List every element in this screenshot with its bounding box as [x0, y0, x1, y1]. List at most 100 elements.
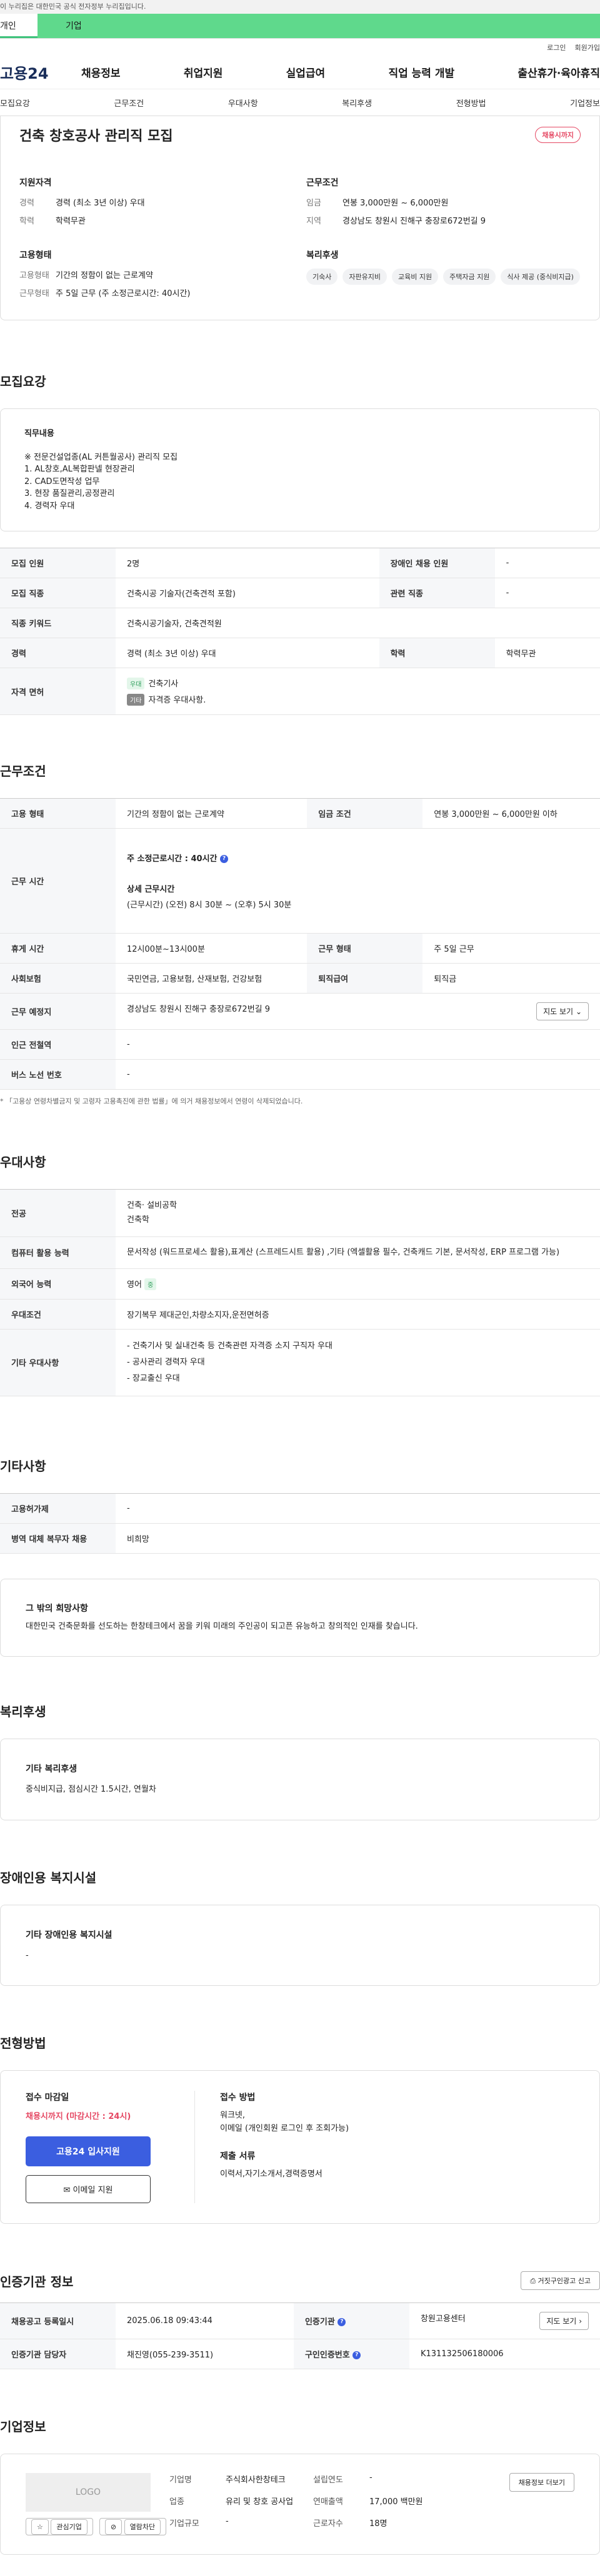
map-button-label: 지도 보기: [543, 1007, 574, 1016]
info-key: 근로자수: [313, 2519, 343, 2529]
report-fake-ad-button[interactable]: ⎙ 거짓구인광고 신고: [521, 2271, 600, 2291]
anchor-pref[interactable]: 우대사항: [228, 97, 258, 109]
cell-value: 2명: [116, 548, 379, 578]
kv-value: 연봉 3,000만원 ~ 6,000만원: [342, 199, 449, 208]
apply-button[interactable]: 고용24 입사지원: [26, 2136, 151, 2167]
cell-value: -: [116, 1059, 600, 1090]
deadline-badge: 채용시까지: [535, 127, 581, 143]
other-section-title: 기타사항: [0, 1458, 46, 1474]
cell-value: -: [116, 1493, 600, 1524]
recruit-table: 모집 인원 2명 장애인 채용 인원 - 모집 직종 건축시공 기술자(건축견적…: [0, 548, 600, 715]
info-icon[interactable]: ?: [352, 2351, 361, 2360]
favorite-label: 관심기업: [51, 2519, 88, 2535]
etc-pref-line: - 공사관리 경력자 우대: [127, 1357, 205, 1367]
disabled-fac-title: 기타 장애인용 복지시설: [26, 1930, 112, 1940]
job-summary-card: 건축 창호공사 관리직 모집 채용시까지 지원자격 경력 경력 (최소 3년 이상…: [0, 116, 600, 320]
email-apply-label: 이메일 지원: [72, 2186, 113, 2196]
map-button[interactable]: 지도 보기 ⌄: [536, 1002, 589, 1020]
wish-text: 대한민국 건축문화를 선도하는 한창테크에서 꿈을 키워 미래의 주인공이 되고…: [26, 1622, 418, 1632]
gnb-item-job-training[interactable]: 직업 능력 개발: [388, 64, 454, 80]
cell-header: 컴퓨터 활용 능력: [0, 1236, 116, 1269]
kv-value: 학력무관: [56, 217, 86, 226]
cell-header: 기타 우대사항: [0, 1329, 116, 1396]
cell-value: K131132506180006: [409, 2339, 600, 2370]
tab-personal[interactable]: 개인: [0, 14, 38, 38]
etc-pref-cell: - 건축기사 및 실내건축 등 건축관련 자격증 소지 구직자 우대 - 공사관…: [116, 1329, 600, 1396]
pref-section-title: 우대사항: [0, 1155, 46, 1170]
cell-header: 병역 대체 복무자 채용: [0, 1523, 116, 1554]
more-jobs-button[interactable]: 채용정보 더보기: [509, 2473, 574, 2492]
duty-line: ※ 전문건설업종(AL 커튼월공사) 관리직 모집: [24, 452, 178, 462]
duty-line: 2. CAD도면작성 업무: [24, 476, 100, 486]
site-logo[interactable]: 고용24: [0, 61, 62, 83]
summary-employment-title: 고용형태: [19, 250, 52, 260]
anchor-company[interactable]: 기업정보: [570, 97, 600, 109]
cell-header: 외국어 능력: [0, 1268, 116, 1300]
anchor-work[interactable]: 근무조건: [114, 97, 144, 109]
wish-title: 그 밖의 희망사항: [26, 1603, 88, 1614]
kv-key: 고용형태: [19, 271, 49, 280]
info-icon[interactable]: ?: [220, 855, 229, 863]
cell-header: 고용허가제: [0, 1493, 116, 1524]
anchor-recruit[interactable]: 모집요강: [0, 97, 30, 109]
etc-pref-line: - 건축기사 및 실내건축 등 건축관련 자격증 소지 구직자 우대: [127, 1341, 332, 1351]
license-cell: 우대 건축기사 기타 자격증 우대사항.: [116, 668, 600, 715]
gnb-item-maternity-leave[interactable]: 출산휴가·육아휴직: [518, 64, 600, 80]
cell-header: 휴게 시간: [0, 933, 116, 964]
company-industry: 유리 및 창호 공사업: [226, 2497, 294, 2507]
company-logo: LOGO: [26, 2473, 151, 2512]
cell-value: 문서작성 (워드프로세스 활용),표계산 (스프레드시트 활용) ,기타 (엑셀…: [116, 1236, 600, 1269]
cert-table: 채용공고 등록일시 2025.06.18 09:43:44 인증기관 ? 창원고…: [0, 2302, 600, 2370]
company-section-title: 기업정보: [0, 2419, 46, 2435]
cell-header: 우대조건: [0, 1299, 116, 1330]
cell-value: 12시00분~13시00분: [116, 933, 308, 964]
anchor-welfare[interactable]: 복리후생: [342, 97, 372, 109]
favorite-company-button[interactable]: ☆ 관심기업: [26, 2518, 93, 2536]
section-anchor-nav: 모집요강 근무조건 우대사항 복리후생 전형방법 기업정보: [0, 89, 600, 116]
method-title: 접수 방법: [220, 2093, 256, 2103]
welfare-section-title: 복리후생: [0, 1704, 46, 1720]
info-icon[interactable]: ?: [338, 2318, 346, 2327]
method-line: 이메일 (개인회원 로그인 후 조회가능): [220, 2124, 349, 2134]
cell-header: 학력: [379, 638, 495, 668]
info-key: 설립연도: [313, 2475, 343, 2485]
login-link[interactable]: 로그인: [547, 42, 566, 52]
gov-notice-bar: 이 누리집은 대한민국 공식 전자정부 누리집입니다.: [0, 0, 600, 14]
info-key: 기업규모: [169, 2519, 199, 2529]
kv-key: 근무형태: [19, 289, 49, 299]
block-view-button[interactable]: ⊘ 열람차단: [99, 2518, 167, 2536]
weekly-hours: 주 소정근로시간 : 40시간: [127, 854, 218, 864]
job-title: 건축 창호공사 관리직 모집: [19, 129, 173, 144]
disabled-fac-section-title: 장애인용 복지시설: [0, 1870, 97, 1885]
anchor-apply[interactable]: 전형방법: [456, 97, 486, 109]
cell-value: 학력무관: [494, 638, 600, 668]
company-sales: 17,000 백만원: [369, 2497, 423, 2507]
language: 영어: [127, 1280, 142, 1290]
apply-card: 접수 마감일 채용시까지 (마감시간 : 24시) 고용24 입사지원 ✉ 이메…: [0, 2070, 600, 2224]
gnb-item-jobs[interactable]: 채용정보: [81, 64, 121, 80]
email-apply-button[interactable]: ✉ 이메일 지원: [26, 2175, 151, 2204]
join-link[interactable]: 회원가입: [575, 42, 600, 52]
chevron-right-icon: ›: [579, 2317, 582, 2326]
kv-key: 학력: [19, 217, 34, 226]
duty-title: 직무내용: [24, 429, 54, 438]
summary-conditions-title: 근무조건: [306, 178, 339, 188]
tab-company[interactable]: 기업: [38, 14, 600, 38]
gnb-item-employment-support[interactable]: 취업지원: [184, 64, 223, 80]
org-header: 인증기관: [304, 2317, 335, 2327]
duty-line: 1. AL창호,AL복합판넬 현장관리: [24, 465, 135, 474]
license-tag: 우대: [127, 678, 145, 689]
work-place: 경상남도 창원시 진해구 충장로672번길 9: [127, 1005, 271, 1014]
cert-map-button[interactable]: 지도 보기 ›: [539, 2312, 589, 2331]
mail-icon: ✉: [63, 2186, 71, 2196]
cell-header: 전공: [0, 1189, 116, 1237]
cell-header: 모집 직종: [0, 578, 116, 608]
welfare-card: 기타 복리후생 중식비지급, 점심시간 1.5시간, 연월차: [0, 1739, 600, 1820]
cell-header: 근무 예정지: [0, 993, 116, 1030]
gnb-item-unemployment-benefit[interactable]: 실업급여: [286, 64, 326, 80]
detail-hours-title: 상세 근무시간: [127, 885, 175, 894]
kv-key: 지역: [306, 217, 321, 226]
major: 건축학: [127, 1215, 149, 1225]
license-name: 자격증 우대사항.: [148, 696, 206, 705]
license-name: 건축기사: [148, 679, 179, 689]
